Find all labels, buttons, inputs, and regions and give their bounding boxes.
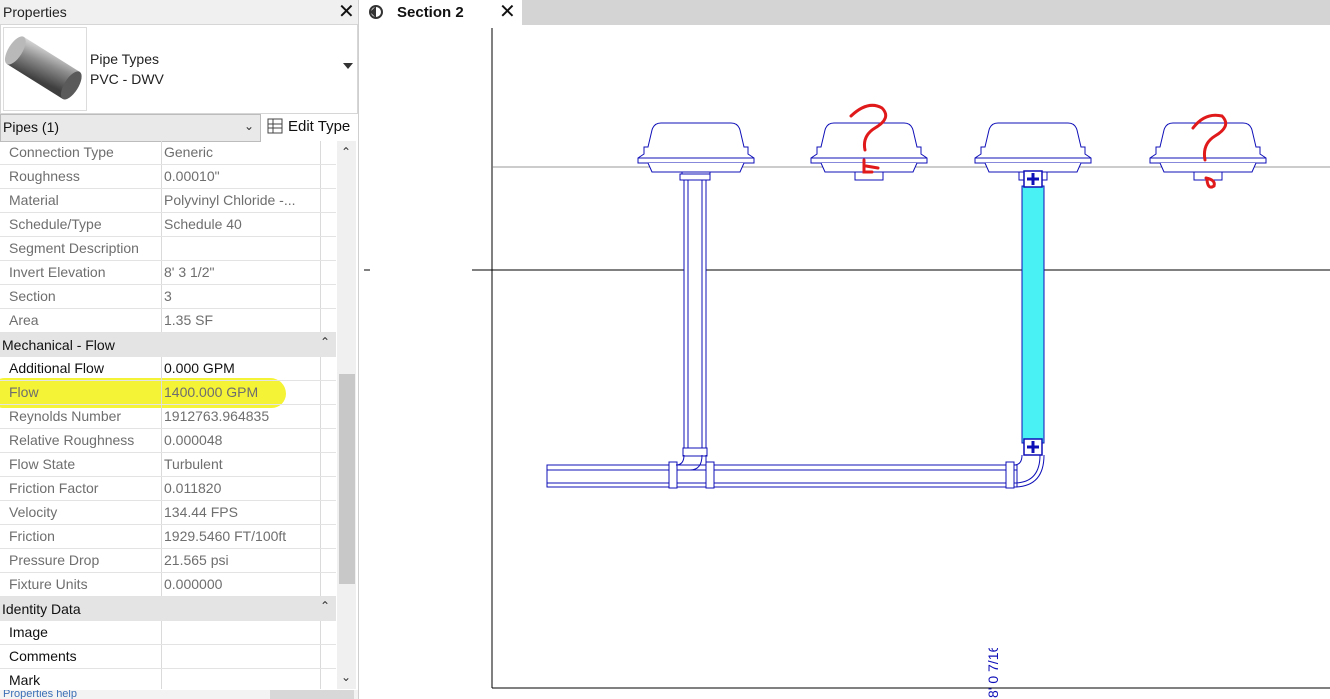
property-label: Schedule/Type bbox=[9, 216, 102, 232]
properties-grid: Connection Type Generic Roughness 0.0001… bbox=[0, 141, 336, 689]
properties-help-link[interactable]: Properties help bbox=[3, 690, 77, 699]
property-label: Material bbox=[9, 192, 59, 208]
property-row[interactable]: Mark bbox=[0, 669, 336, 689]
property-value: 21.565 psi bbox=[164, 552, 229, 568]
close-properties-icon[interactable]: ✕ bbox=[338, 1, 355, 23]
group-header-identity-data[interactable]: Identity Data ⌃ bbox=[0, 597, 336, 621]
group-header-mechanical-flow[interactable]: Mechanical - Flow ⌃ bbox=[0, 333, 336, 357]
property-value: 0.000000 bbox=[164, 576, 223, 592]
property-row[interactable]: Flow State Turbulent bbox=[0, 453, 336, 477]
property-value: 1929.5460 FT/100ft bbox=[164, 528, 287, 544]
element-filter-value: Pipes (1) bbox=[3, 119, 60, 135]
group-label: Identity Data bbox=[2, 601, 81, 617]
property-value: 0.00010" bbox=[164, 168, 220, 184]
property-value: 8' 3 1/2" bbox=[164, 264, 215, 280]
property-row[interactable]: Reynolds Number 1912763.964835 bbox=[0, 405, 336, 429]
property-value: 134.44 FPS bbox=[164, 504, 238, 520]
property-label: Fixture Units bbox=[9, 576, 88, 592]
pipe-type-thumbnail bbox=[3, 27, 87, 111]
close-tab-icon[interactable]: ✕ bbox=[499, 1, 516, 23]
property-value: Turbulent bbox=[164, 456, 223, 472]
property-row[interactable]: Area 1.35 SF bbox=[0, 309, 336, 333]
view-tab-title[interactable]: Section 2 bbox=[397, 4, 464, 21]
property-label: Section bbox=[9, 288, 56, 304]
property-row[interactable]: Relative Roughness 0.000048 bbox=[0, 429, 336, 453]
property-row[interactable]: Roughness 0.00010" bbox=[0, 165, 336, 189]
property-label: Flow State bbox=[9, 456, 76, 472]
property-row[interactable]: Invert Elevation 8' 3 1/2" bbox=[0, 261, 336, 285]
collapse-icon[interactable]: ⌃ bbox=[320, 335, 330, 349]
property-label: Image bbox=[9, 624, 48, 640]
property-label: Friction Factor bbox=[9, 480, 99, 496]
scroll-up-icon[interactable]: ⌃ bbox=[341, 145, 351, 159]
edit-type-label: Edit Type bbox=[288, 118, 351, 135]
selected-pipe[interactable] bbox=[1021, 170, 1045, 456]
type-dropdown-arrow-icon[interactable] bbox=[343, 63, 353, 69]
type-family-label: Pipe Types bbox=[90, 51, 160, 67]
property-row[interactable]: Connection Type Generic bbox=[0, 141, 336, 165]
property-row[interactable]: Segment Description bbox=[0, 237, 336, 261]
chevron-down-icon[interactable]: ⌄ bbox=[244, 119, 254, 133]
property-label: Segment Description bbox=[9, 240, 139, 256]
property-label: Velocity bbox=[9, 504, 58, 520]
property-row[interactable]: Fixture Units 0.000000 bbox=[0, 573, 336, 597]
property-label: Relative Roughness bbox=[9, 432, 135, 448]
property-label: Invert Elevation bbox=[9, 264, 106, 280]
properties-panel: Properties ✕ Pipe Types PVC - DWV Pipes … bbox=[0, 0, 359, 699]
property-label: Additional Flow bbox=[9, 360, 104, 376]
property-label: Flow bbox=[9, 384, 39, 400]
property-label: Connection Type bbox=[9, 144, 114, 160]
apply-button[interactable] bbox=[270, 690, 354, 699]
property-value: 3 bbox=[164, 288, 172, 304]
property-value: 1.35 SF bbox=[164, 312, 214, 328]
property-value: 0.000 GPM bbox=[164, 360, 235, 376]
section-view-icon bbox=[369, 5, 383, 19]
property-row[interactable]: Pressure Drop 21.565 psi bbox=[0, 549, 336, 573]
property-row[interactable]: Friction 1929.5460 FT/100ft bbox=[0, 525, 336, 549]
property-row[interactable]: Section 3 bbox=[0, 285, 336, 309]
property-value: 1912763.964835 bbox=[164, 408, 270, 424]
property-row[interactable]: Additional Flow 0.000 GPM bbox=[0, 357, 336, 381]
edit-type-icon bbox=[267, 118, 283, 134]
property-value: Polyvinyl Chloride -... bbox=[164, 192, 296, 208]
property-row[interactable]: Velocity 134.44 FPS bbox=[0, 501, 336, 525]
property-label: Area bbox=[9, 312, 39, 328]
property-value: 0.011820 bbox=[164, 480, 222, 496]
property-row[interactable]: Friction Factor 0.011820 bbox=[0, 477, 336, 501]
property-value: 1400.000 GPM bbox=[164, 384, 259, 400]
property-label: Pressure Drop bbox=[9, 552, 100, 568]
group-label: Mechanical - Flow bbox=[2, 337, 115, 353]
property-row[interactable]: Schedule/Type Schedule 40 bbox=[0, 213, 336, 237]
property-label: Mark bbox=[9, 672, 41, 688]
tab-bar-empty-area bbox=[522, 0, 1330, 25]
vertical-pipe-left[interactable] bbox=[679, 173, 711, 457]
fixture-1[interactable] bbox=[637, 122, 755, 181]
dimension-label: 8' 0 7/16" bbox=[985, 648, 1001, 698]
property-row[interactable]: Comments bbox=[0, 645, 336, 669]
dimension-text: 8' 0 7/16" bbox=[985, 648, 1001, 698]
horizontal-pipe[interactable] bbox=[546, 461, 1018, 489]
fixture-4[interactable] bbox=[1149, 122, 1267, 181]
collapse-icon[interactable]: ⌃ bbox=[320, 599, 330, 613]
property-value: Generic bbox=[164, 144, 214, 160]
property-row-flow[interactable]: Flow 1400.000 GPM bbox=[0, 381, 336, 405]
property-label: Comments bbox=[9, 648, 77, 664]
property-label: Roughness bbox=[9, 168, 80, 184]
property-label: Friction bbox=[9, 528, 55, 544]
property-value: Schedule 40 bbox=[164, 216, 242, 232]
section-view-canvas[interactable] bbox=[360, 25, 1330, 699]
elbow-fitting[interactable] bbox=[1013, 454, 1045, 488]
property-label: Reynolds Number bbox=[9, 408, 122, 424]
type-name-label: PVC - DWV bbox=[90, 71, 164, 87]
properties-title: Properties bbox=[3, 4, 67, 20]
scrollbar-thumb[interactable] bbox=[339, 374, 355, 584]
property-row[interactable]: Material Polyvinyl Chloride -... bbox=[0, 189, 336, 213]
scroll-down-icon[interactable]: ⌄ bbox=[341, 670, 351, 684]
property-value: 0.000048 bbox=[164, 432, 223, 448]
property-row[interactable]: Image bbox=[0, 621, 336, 645]
